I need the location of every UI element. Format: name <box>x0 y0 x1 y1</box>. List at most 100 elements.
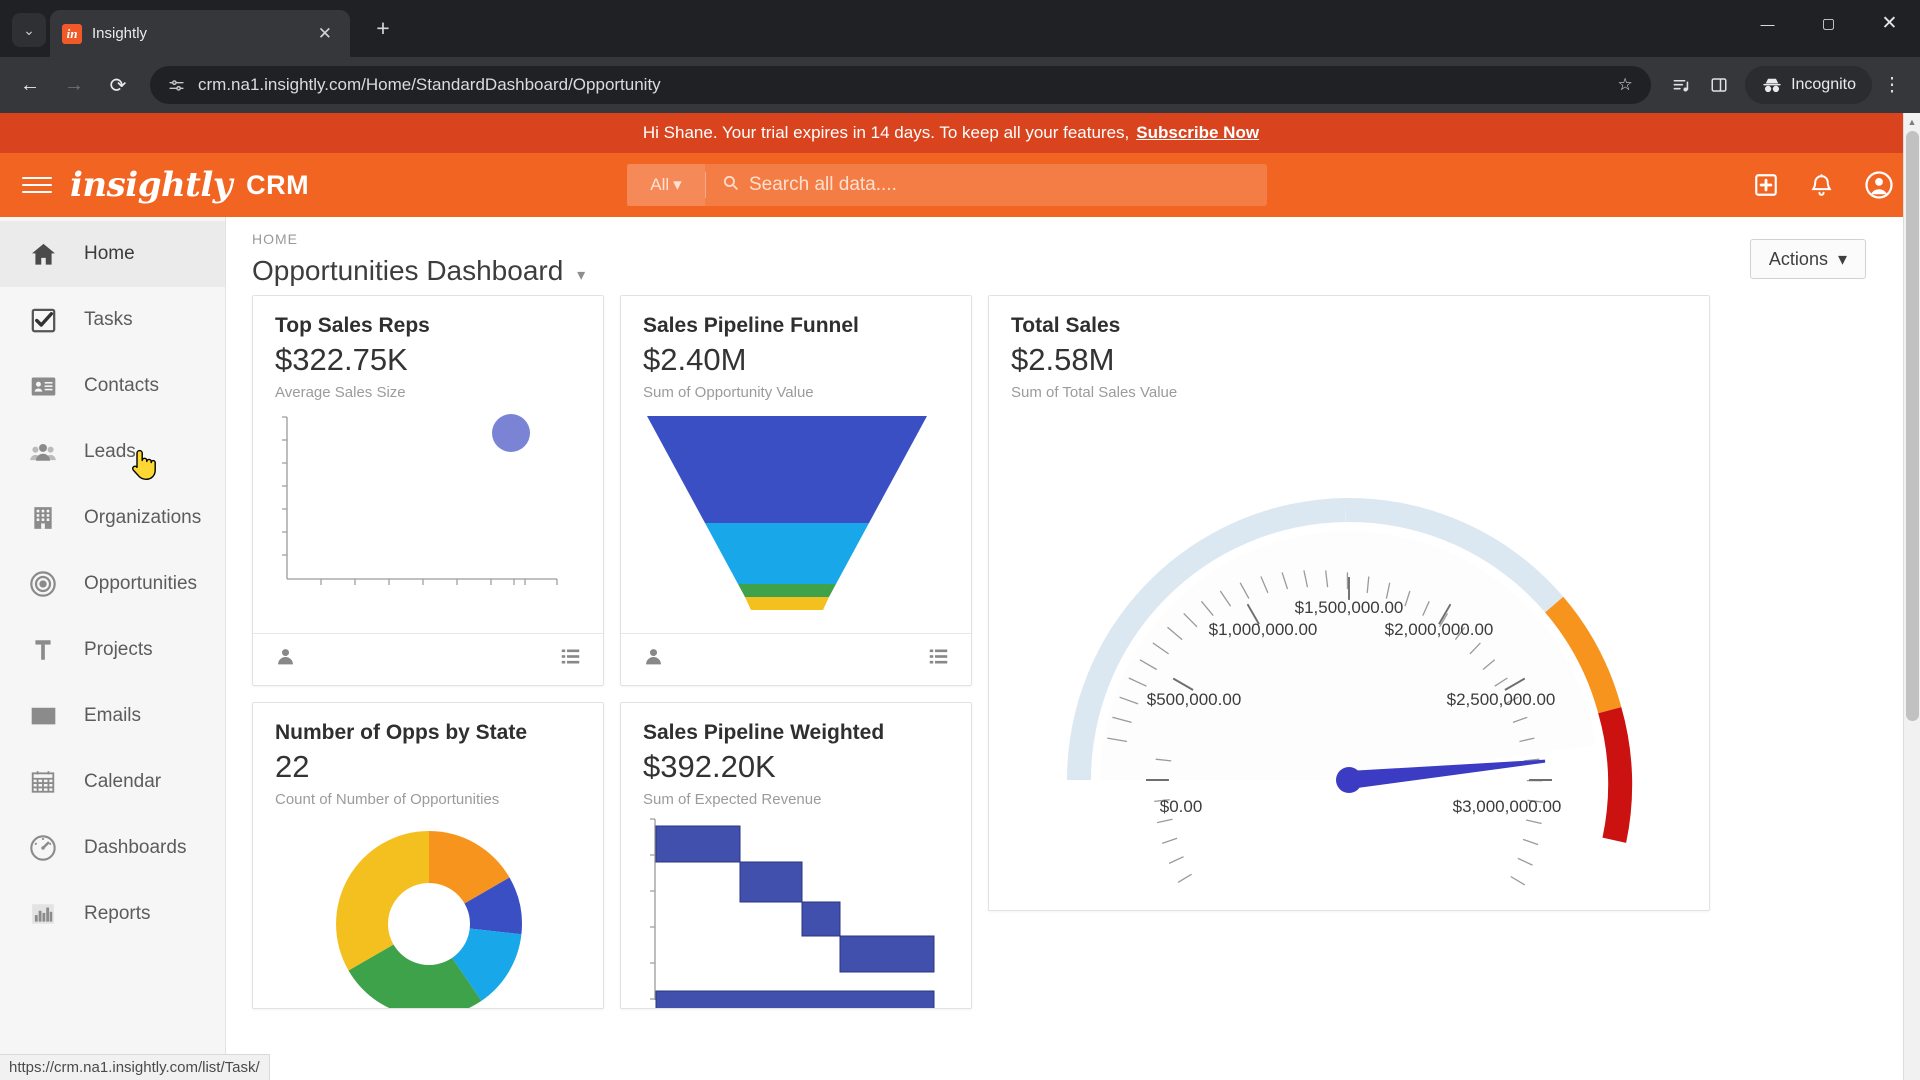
actions-label: Actions <box>1768 248 1828 269</box>
app-body: Home Tasks Contacts Leads Organizations … <box>0 217 1920 1080</box>
sidebar-label: Reports <box>84 903 151 924</box>
card-sales-pipeline-weighted[interactable]: Sales Pipeline Weighted $392.20K Sum of … <box>620 702 972 1009</box>
sidebar: Home Tasks Contacts Leads Organizations … <box>0 217 226 1080</box>
add-icon[interactable] <box>1753 172 1779 198</box>
close-tab-icon[interactable]: ✕ <box>312 22 338 45</box>
site-settings-icon[interactable] <box>166 75 186 95</box>
card-total-sales[interactable]: Total Sales $2.58M Sum of Total Sales Va… <box>988 295 1710 911</box>
bookmark-star-icon[interactable]: ☆ <box>1607 67 1643 103</box>
card-footer <box>621 633 971 685</box>
sidebar-label: Home <box>84 243 135 264</box>
incognito-icon <box>1763 78 1781 93</box>
bar-chart-icon <box>28 899 58 929</box>
gauge-tick-label: $3,000,000.00 <box>1453 797 1562 816</box>
people-icon <box>28 437 58 467</box>
gauge-tick-label: $1,500,000.00 <box>1295 598 1404 617</box>
card-subtitle: Sum of Expected Revenue <box>643 791 822 808</box>
card-footer <box>253 633 603 685</box>
sidebar-item-organizations[interactable]: Organizations <box>0 485 225 551</box>
cards-column-1: Top Sales Reps $322.75K Average Sales Si… <box>252 295 604 1009</box>
gauge-tick-label: $2,500,000.00 <box>1447 690 1556 709</box>
sidebar-label: Organizations <box>84 507 202 528</box>
window-controls: — ▢ ✕ <box>1737 0 1920 47</box>
address-bar[interactable]: crm.na1.insightly.com/Home/StandardDashb… <box>150 66 1652 104</box>
calendar-icon <box>28 767 58 797</box>
list-icon[interactable] <box>928 646 949 673</box>
url-text: crm.na1.insightly.com/Home/StandardDashb… <box>198 75 661 94</box>
insightly-logo[interactable]: insightly <box>70 165 233 205</box>
search-icon <box>722 174 739 196</box>
search-scope-dropdown[interactable]: All ▾ <box>627 164 705 206</box>
gauge-chart: $0.00 $500,000.00 $1,000,000.00 $1,500,0… <box>989 401 1709 910</box>
browser-menu-icon[interactable]: ⋮ <box>1874 65 1910 105</box>
maximize-button[interactable]: ▢ <box>1798 0 1859 47</box>
sidebar-item-leads[interactable]: Leads <box>0 419 225 485</box>
scrollbar-thumb[interactable] <box>1906 131 1919 721</box>
dashboard-cards: Top Sales Reps $322.75K Average Sales Si… <box>226 287 1920 1009</box>
hammer-icon <box>28 635 58 665</box>
close-window-button[interactable]: ✕ <box>1859 0 1920 47</box>
sidebar-item-calendar[interactable]: Calendar <box>0 749 225 815</box>
card-value: $322.75K <box>275 342 408 377</box>
actions-button[interactable]: Actions ▾ <box>1749 239 1866 279</box>
contact-card-icon <box>28 371 58 401</box>
forward-button[interactable]: → <box>54 65 94 105</box>
menu-toggle-icon[interactable] <box>20 168 54 202</box>
sidebar-item-opportunities[interactable]: Opportunities <box>0 551 225 617</box>
sidebar-item-projects[interactable]: Projects <box>0 617 225 683</box>
card-value: 22 <box>275 749 310 784</box>
page-scrollbar[interactable]: ▲ <box>1903 113 1920 1080</box>
chevron-down-icon: ⌄ <box>23 21 35 38</box>
card-title: Number of Opps by State <box>275 721 528 744</box>
card-value: $2.58M <box>1011 342 1115 377</box>
sidebar-label: Leads <box>84 441 136 462</box>
gauge-tick-label: $1,000,000.00 <box>1209 620 1318 639</box>
bell-icon[interactable] <box>1809 173 1834 198</box>
global-search[interactable]: All ▾ <box>627 164 1267 206</box>
sidebar-item-tasks[interactable]: Tasks <box>0 287 225 353</box>
sidebar-label: Opportunities <box>84 573 198 594</box>
tab-search-button[interactable]: ⌄ <box>12 13 46 47</box>
card-sales-pipeline-funnel[interactable]: Sales Pipeline Funnel $2.40M Sum of Oppo… <box>620 295 972 686</box>
minimize-button[interactable]: — <box>1737 0 1798 47</box>
funnel-chart <box>621 401 971 623</box>
subscribe-now-link[interactable]: Subscribe Now <box>1136 123 1259 143</box>
insightly-favicon-icon: in <box>62 23 82 44</box>
incognito-indicator[interactable]: Incognito <box>1745 66 1872 104</box>
user-icon[interactable] <box>643 646 664 673</box>
gauge-icon <box>28 833 58 863</box>
search-scope-label: All <box>650 175 670 194</box>
list-icon[interactable] <box>560 646 581 673</box>
back-button[interactable]: ← <box>10 65 50 105</box>
page-title[interactable]: Opportunities Dashboard ▾ <box>252 255 1894 287</box>
browser-window: ⌄ in Insightly ✕ + — ▢ ✕ ← → ⟳ crm.na1.i… <box>0 0 1920 1080</box>
sidebar-label: Dashboards <box>84 837 187 858</box>
card-number-of-opps-by-state[interactable]: Number of Opps by State 22 Count of Numb… <box>252 702 604 1009</box>
card-subtitle: Sum of Opportunity Value <box>643 384 814 401</box>
breadcrumb[interactable]: HOME <box>252 231 1894 247</box>
sidebar-item-home[interactable]: Home <box>0 221 225 287</box>
trial-banner-text: Hi Shane. Your trial expires in 14 days.… <box>642 123 1130 142</box>
search-input[interactable] <box>749 174 1267 196</box>
card-subtitle: Count of Number of Opportunities <box>275 791 500 808</box>
new-tab-button[interactable]: + <box>366 11 400 45</box>
home-icon <box>28 239 58 269</box>
browser-toolbar: ← → ⟳ crm.na1.insightly.com/Home/Standar… <box>0 57 1920 113</box>
product-label: CRM <box>246 169 310 200</box>
card-top-sales-reps[interactable]: Top Sales Reps $322.75K Average Sales Si… <box>252 295 604 686</box>
sidebar-item-emails[interactable]: Emails <box>0 683 225 749</box>
user-avatar-icon[interactable] <box>1864 170 1894 200</box>
browser-tab[interactable]: in Insightly ✕ <box>50 10 350 57</box>
sidebar-item-contacts[interactable]: Contacts <box>0 353 225 419</box>
reading-list-icon[interactable] <box>1663 67 1699 103</box>
user-icon[interactable] <box>275 646 296 673</box>
reload-button[interactable]: ⟳ <box>98 65 138 105</box>
chevron-down-icon: ▾ <box>1837 248 1847 269</box>
card-subtitle: Average Sales Size <box>275 384 406 401</box>
side-panel-icon[interactable] <box>1701 67 1737 103</box>
cards-column-3: Total Sales $2.58M Sum of Total Sales Va… <box>988 295 1710 911</box>
sidebar-item-dashboards[interactable]: Dashboards <box>0 815 225 881</box>
header-actions <box>1753 170 1894 200</box>
scroll-up-arrow-icon[interactable]: ▲ <box>1904 113 1920 130</box>
sidebar-item-reports[interactable]: Reports <box>0 881 225 947</box>
